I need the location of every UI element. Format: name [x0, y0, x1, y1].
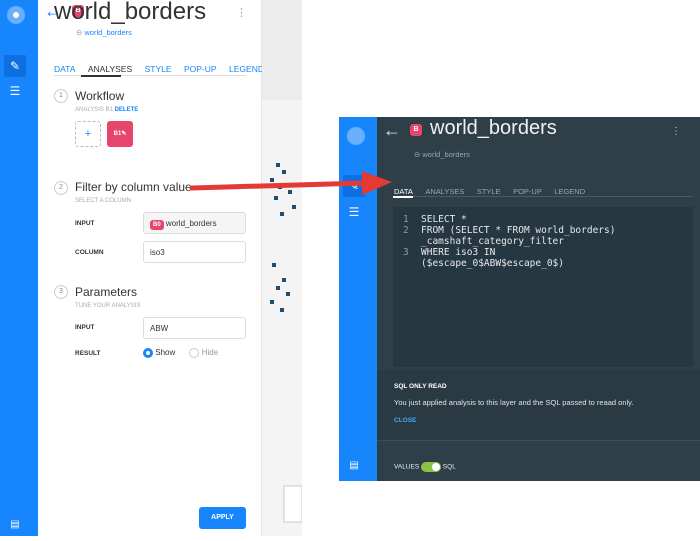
tab-active-indicator [81, 75, 121, 77]
left-rail: ✎ ☰ ▤ [0, 0, 38, 536]
column-select[interactable]: iso3 [143, 241, 246, 263]
line-number: 3 [403, 247, 409, 258]
link-icon: ⊖ [414, 150, 421, 159]
layer-badge: B [410, 124, 422, 136]
hide-radio[interactable] [189, 348, 200, 358]
tab-style[interactable]: STYLE [145, 64, 172, 74]
tab-data[interactable]: DATA [54, 64, 75, 74]
add-analysis-button[interactable]: + [75, 121, 101, 147]
tab-legend[interactable]: LEGEND [554, 187, 585, 196]
filter-title: Filter by column value [75, 180, 192, 194]
tab-analyses[interactable]: ANALYSES [425, 187, 464, 196]
notice-title: SQL ONLY READ [394, 383, 447, 390]
tab-divider [393, 196, 693, 197]
workflow-subtitle: ANALYSIS B1 DELETE [75, 107, 139, 113]
analysis-node-b1[interactable]: B1✎ [107, 121, 133, 147]
map-view[interactable] [262, 0, 303, 536]
input-badge: B0 [150, 220, 164, 230]
notice-text: You just applied analysis to this layer … [394, 398, 634, 407]
annotation-arrow [189, 171, 392, 195]
params-subtitle: TUNE YOUR ANALYSIS [75, 303, 141, 309]
page-title[interactable]: world_borders [54, 0, 206, 26]
logo-icon[interactable] [347, 127, 365, 145]
filter-subtitle: SELECT A COLUMN [75, 198, 131, 204]
apply-button[interactable]: APPLY [199, 507, 246, 529]
footer-divider [377, 440, 700, 441]
values-sql-toggle: VALUES SQL [394, 462, 456, 472]
workflow-title: Workflow [75, 89, 125, 103]
tab-popup[interactable]: POP-UP [513, 187, 542, 196]
source-link[interactable]: ⊖ world_borders [414, 150, 470, 159]
tab-analyses[interactable]: ANALYSES [88, 64, 132, 74]
pencil-icon[interactable]: ✎ [4, 55, 26, 77]
delete-link[interactable]: DELETE [115, 107, 139, 113]
params-title: Parameters [75, 285, 138, 299]
toggle-switch[interactable] [420, 462, 441, 472]
param-input-field[interactable]: ABW [143, 317, 246, 339]
result-label: RESULT [75, 350, 101, 357]
back-arrow-icon[interactable]: ← [383, 120, 401, 141]
link-icon: ⊖ [76, 28, 83, 37]
step-number: 3 [54, 285, 68, 299]
logo-icon[interactable] [7, 6, 25, 24]
source-link[interactable]: ⊖ world_borders [76, 28, 132, 37]
map-shapes [262, 100, 303, 536]
show-radio[interactable] [143, 348, 153, 358]
more-icon[interactable]: ⋮ [236, 6, 247, 19]
line-number: 2 [403, 225, 409, 236]
input-select[interactable]: B0 world_borders [143, 212, 246, 234]
column-label: COLUMN [75, 249, 104, 256]
step-number: 2 [54, 181, 68, 195]
input-label: INPUT [75, 220, 95, 227]
sliders-icon[interactable]: ☰ [4, 80, 26, 102]
sql-line: SELECT * [421, 214, 467, 225]
dark-title[interactable]: world_borders [430, 117, 557, 140]
line-number: 1 [403, 214, 409, 225]
layer-panel [38, 0, 262, 536]
sql-line: WHERE iso3 IN ($escape_0$ABW$escape_0$) [421, 247, 564, 269]
result-radio-group: Show Hide [143, 348, 218, 358]
sql-line: FROM (SELECT * FROM world_borders) _cams… [421, 225, 616, 247]
param-input-label: INPUT [75, 324, 95, 331]
tab-popup[interactable]: POP-UP [184, 64, 217, 74]
close-link[interactable]: CLOSE [394, 417, 416, 424]
chat-icon[interactable]: ▤ [4, 514, 26, 536]
tab-legend[interactable]: LEGEND [229, 64, 264, 74]
more-icon[interactable]: ⋮ [671, 126, 681, 137]
chat-icon[interactable]: ▤ [343, 455, 365, 477]
pencil-icon: ✎ [121, 131, 127, 137]
step-number: 1 [54, 89, 68, 103]
tab-style[interactable]: STYLE [477, 187, 501, 196]
